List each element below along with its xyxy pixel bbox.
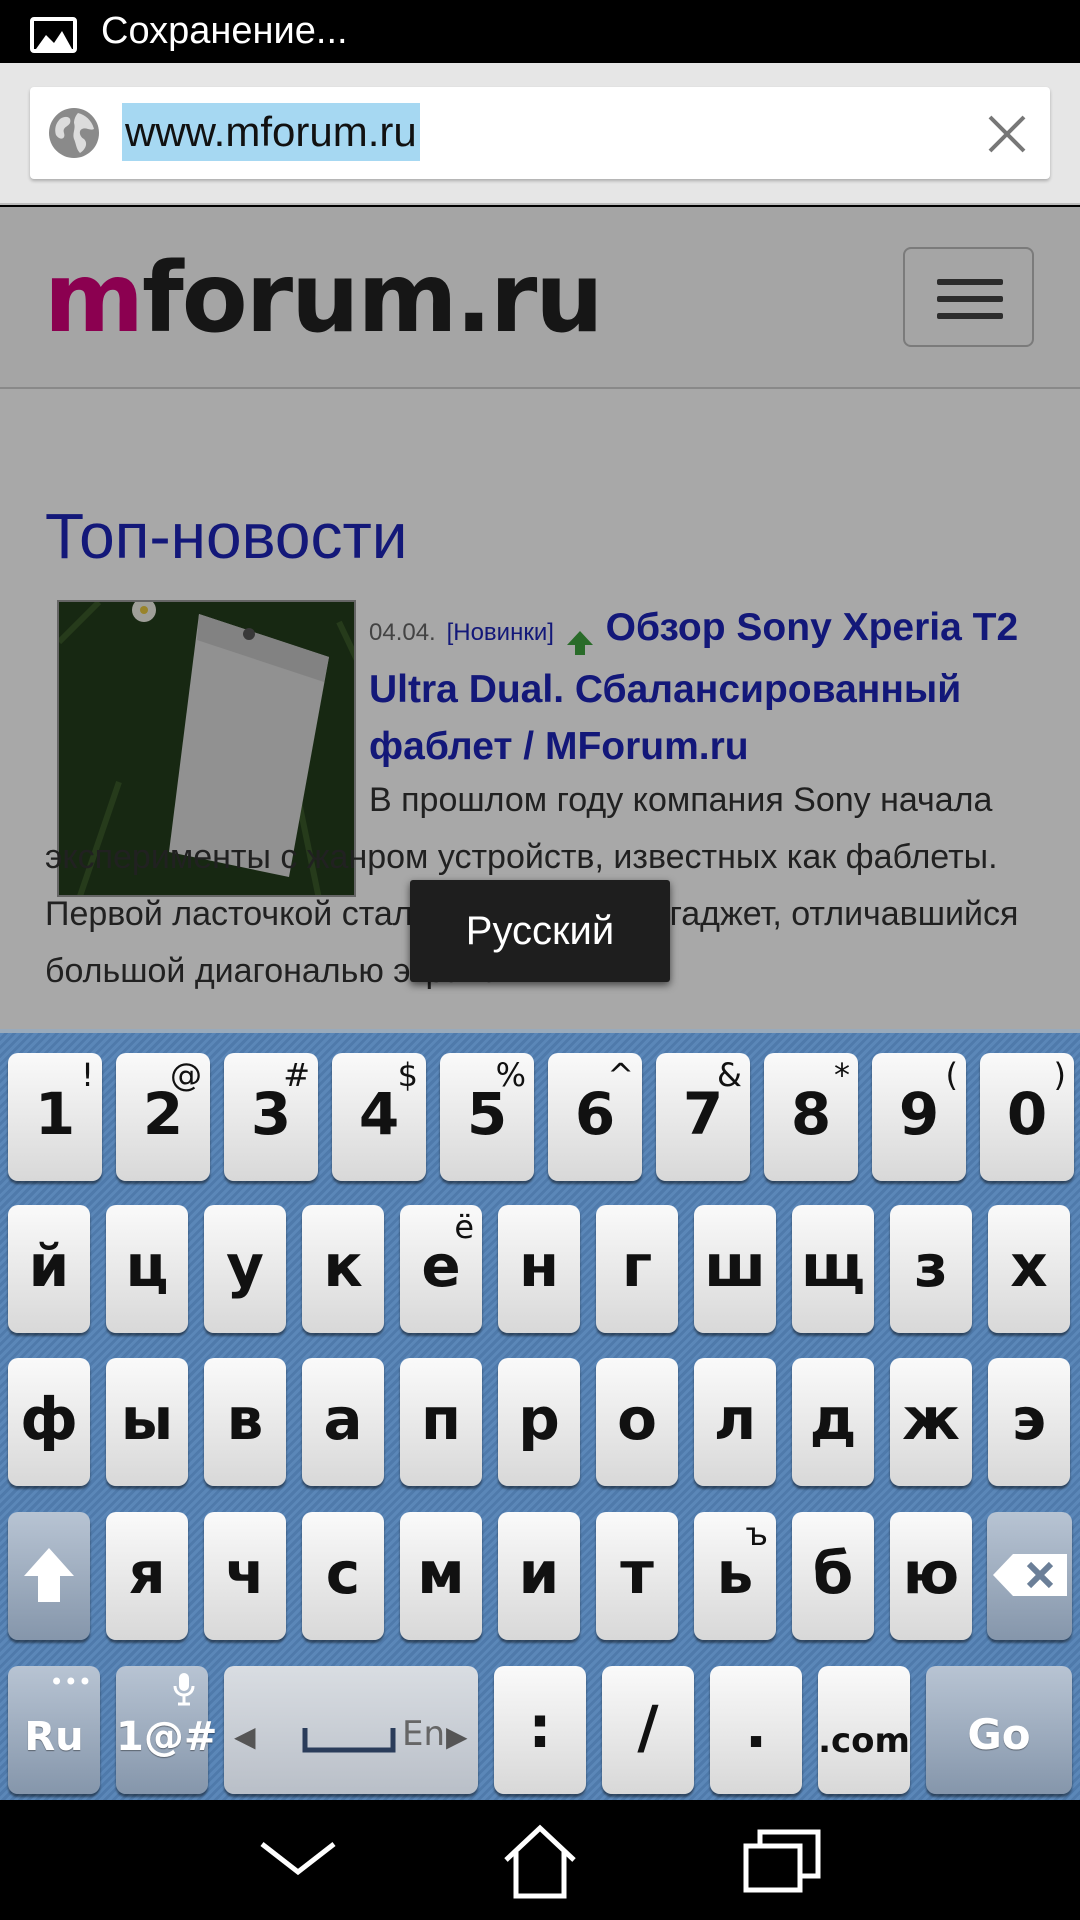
- key-ц[interactable]: ц: [106, 1205, 188, 1333]
- key-э[interactable]: э: [988, 1358, 1070, 1486]
- key-о[interactable]: о: [596, 1358, 678, 1486]
- clear-icon[interactable]: [982, 109, 1032, 163]
- key-к[interactable]: к: [302, 1205, 384, 1333]
- key-я[interactable]: я: [106, 1512, 188, 1640]
- key-л[interactable]: л: [694, 1358, 776, 1486]
- key-е[interactable]: ёе: [400, 1205, 482, 1333]
- recent-apps-icon[interactable]: [742, 1824, 822, 1898]
- key-н[interactable]: н: [498, 1205, 580, 1333]
- status-bar: Сохранение...: [0, 0, 1080, 63]
- key-д[interactable]: д: [792, 1358, 874, 1486]
- key-ф[interactable]: ф: [8, 1358, 90, 1486]
- dotcom-key[interactable]: .com: [818, 1666, 910, 1794]
- key-9[interactable]: (9: [872, 1053, 966, 1181]
- key-м[interactable]: м: [400, 1512, 482, 1640]
- key-2[interactable]: @2: [116, 1053, 210, 1181]
- key-п[interactable]: п: [400, 1358, 482, 1486]
- key-у[interactable]: у: [204, 1205, 286, 1333]
- shift-key[interactable]: [8, 1512, 90, 1640]
- browser-toolbar: www.mforum.ru: [0, 63, 1080, 205]
- key-7[interactable]: & 7: [656, 1053, 750, 1181]
- key-ж[interactable]: ж: [890, 1358, 972, 1486]
- key-1[interactable]: ! 1: [8, 1053, 102, 1181]
- colon-key[interactable]: :: [494, 1666, 586, 1794]
- key-с[interactable]: с: [302, 1512, 384, 1640]
- back-icon[interactable]: [258, 1824, 338, 1888]
- key-8[interactable]: * 8: [764, 1053, 858, 1181]
- globe-icon: [46, 105, 102, 165]
- key-ь[interactable]: ъь: [694, 1512, 776, 1640]
- key-р[interactable]: р: [498, 1358, 580, 1486]
- key-6[interactable]: ^ 6: [548, 1053, 642, 1181]
- key-3[interactable]: #3: [224, 1053, 318, 1181]
- key-ы[interactable]: ы: [106, 1358, 188, 1486]
- key-т[interactable]: т: [596, 1512, 678, 1640]
- language-tooltip: Русский: [410, 880, 670, 982]
- navigation-bar: [0, 1800, 1080, 1920]
- key-ш[interactable]: ш: [694, 1205, 776, 1333]
- key-4[interactable]: $4: [332, 1053, 426, 1181]
- key-а[interactable]: а: [302, 1358, 384, 1486]
- key-х[interactable]: х: [988, 1205, 1070, 1333]
- status-text: Сохранение...: [101, 10, 348, 52]
- url-field[interactable]: www.mforum.ru: [30, 87, 1050, 179]
- language-key[interactable]: ••• Ru: [8, 1666, 100, 1794]
- image-notification-icon: [30, 17, 77, 53]
- home-icon[interactable]: [500, 1824, 580, 1904]
- slash-key[interactable]: /: [602, 1666, 694, 1794]
- key-щ[interactable]: щ: [792, 1205, 874, 1333]
- keyboard: ! 1 @2 #3 $4% 5 ^ 6 & 7 * 8(9) 0 йцукёенгшщзх фывапр…: [0, 1029, 1080, 1800]
- go-key[interactable]: Go: [926, 1666, 1072, 1794]
- key-ю[interactable]: ю: [890, 1512, 972, 1640]
- key-ч[interactable]: ч: [204, 1512, 286, 1640]
- key-в[interactable]: в: [204, 1358, 286, 1486]
- url-text[interactable]: www.mforum.ru: [122, 103, 420, 161]
- key-и[interactable]: и: [498, 1512, 580, 1640]
- key-з[interactable]: з: [890, 1205, 972, 1333]
- symbols-key[interactable]: 1@#: [116, 1666, 217, 1794]
- dot-key[interactable]: .: [710, 1666, 802, 1794]
- backspace-key[interactable]: [987, 1512, 1072, 1640]
- key-г[interactable]: г: [596, 1205, 678, 1333]
- space-key[interactable]: ◀ En ▶: [224, 1666, 478, 1794]
- key-0[interactable]: ) 0: [980, 1053, 1074, 1181]
- key-5[interactable]: % 5: [440, 1053, 534, 1181]
- key-й[interactable]: й: [8, 1205, 90, 1333]
- key-б[interactable]: б: [792, 1512, 874, 1640]
